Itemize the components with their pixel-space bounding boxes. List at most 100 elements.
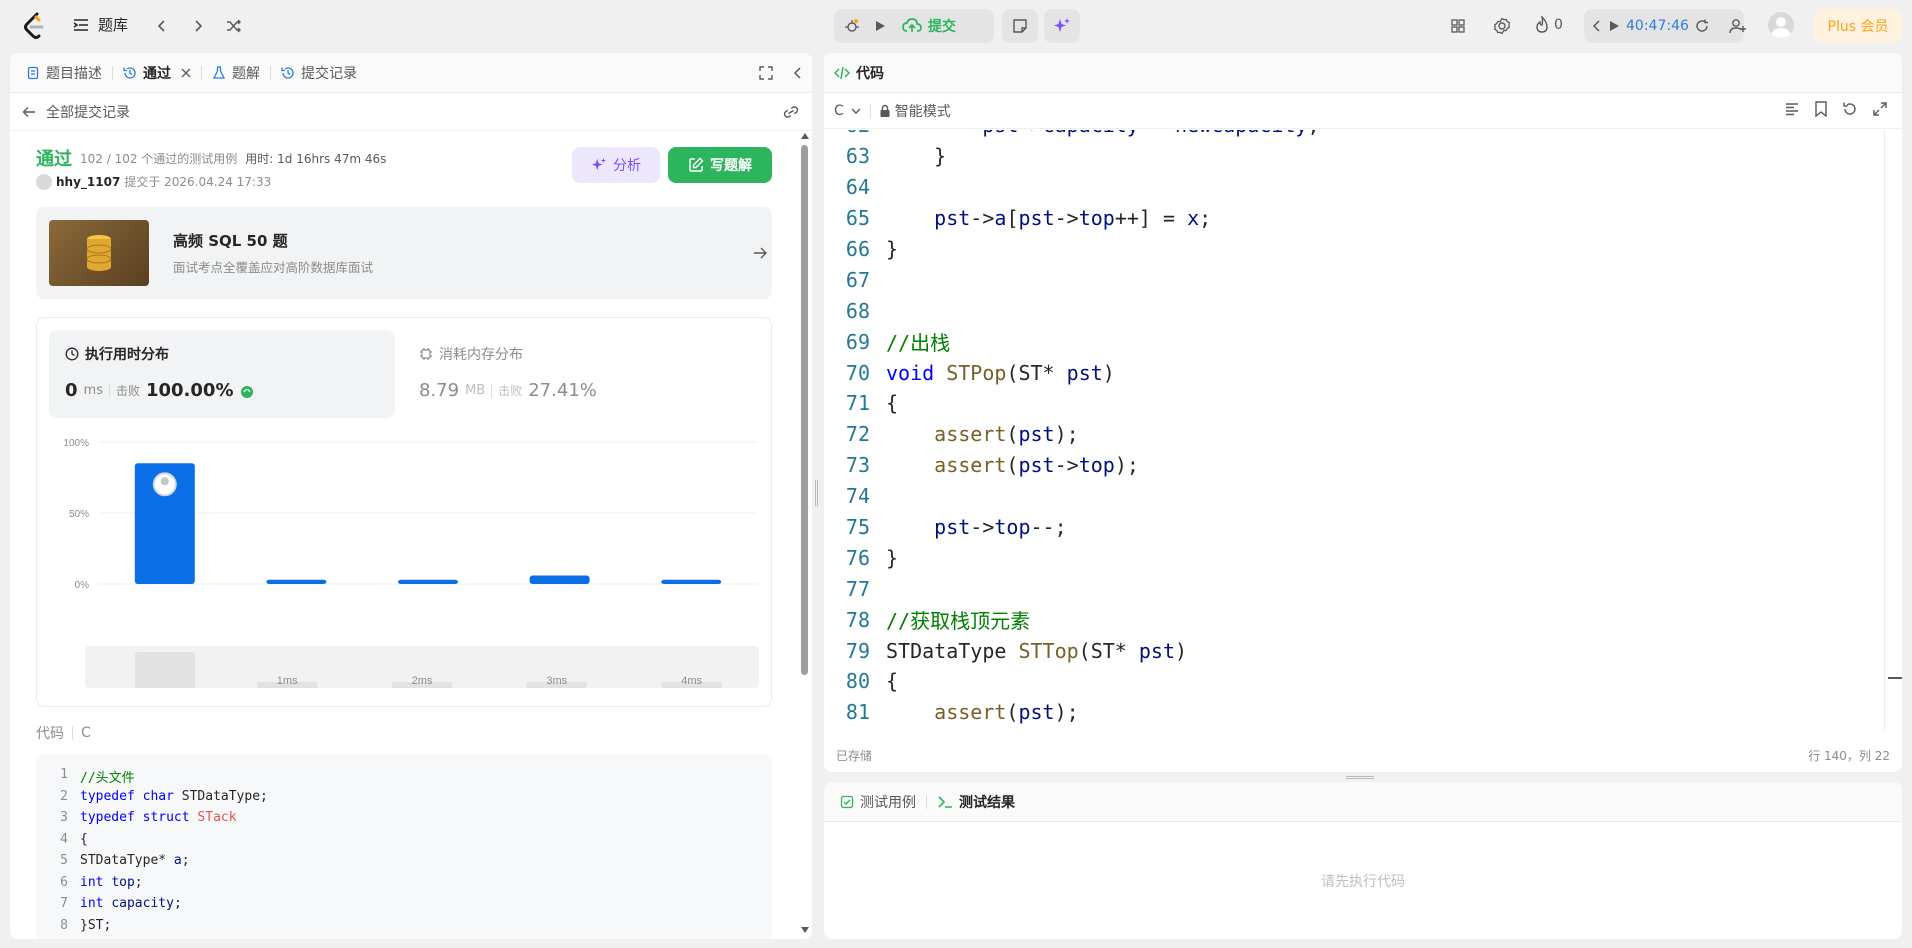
tab-solutions[interactable]: 题解 xyxy=(202,53,270,93)
prev-problem-button[interactable] xyxy=(148,12,176,40)
reset-icon[interactable] xyxy=(1842,101,1858,117)
runtime-tab[interactable]: 执行用时分布 0 ms 击败 100.00% xyxy=(49,330,395,418)
runtime-beats: 100.00% xyxy=(145,380,234,401)
play-icon[interactable] xyxy=(1608,20,1620,32)
chart-bar[interactable] xyxy=(266,579,327,584)
editor-line[interactable]: 79 STDataType STTop(ST* pst) xyxy=(824,635,1884,666)
editor-line[interactable]: 81 assert(pst); xyxy=(824,697,1884,728)
tab-description[interactable]: 题目描述 xyxy=(16,53,112,93)
promo-card[interactable]: 高频 SQL 50 题 面试考点全覆盖应对高阶数据库面试 xyxy=(36,207,772,299)
editor-line[interactable]: 77 xyxy=(824,573,1884,604)
submission-code-lines: 1 //头文件 2 typedef char STDataType; 3 typedef … xyxy=(36,767,772,939)
editor-actions xyxy=(1784,101,1888,117)
y-tick-label: 100% xyxy=(63,438,89,449)
editor-panel: 代码 C 智能模式 62 pst->capacity = newcapacity… xyxy=(824,53,1902,772)
divider xyxy=(491,383,493,398)
editor-line[interactable]: 71 { xyxy=(824,388,1884,419)
debug-button[interactable] xyxy=(838,12,866,40)
editor-line[interactable]: 75 pst->top--; xyxy=(824,512,1884,543)
smart-mode-toggle[interactable]: 智能模式 xyxy=(879,101,951,121)
streak-counter[interactable]: 0 xyxy=(1534,16,1563,34)
close-icon[interactable] xyxy=(181,68,191,78)
scroll-up-icon[interactable] xyxy=(801,133,809,139)
expand-icon[interactable] xyxy=(1872,101,1888,117)
fire-icon xyxy=(1534,16,1550,34)
reset-icon[interactable] xyxy=(1695,19,1709,33)
run-button[interactable] xyxy=(866,12,894,40)
back-to-submissions[interactable]: 全部提交记录 xyxy=(10,93,812,131)
editor-line[interactable]: 66} xyxy=(824,234,1884,265)
code-text: { xyxy=(886,669,899,694)
run-submit-group: 提交 xyxy=(834,9,994,43)
next-problem-button[interactable] xyxy=(184,12,212,40)
username[interactable]: hhy_1107 xyxy=(56,175,120,189)
problem-list-button[interactable]: 题库 xyxy=(72,14,128,35)
tab-submissions[interactable]: 提交记录 xyxy=(271,53,367,93)
memory-tab[interactable]: 消耗内存分布 8.79 MB 击败 27.41% xyxy=(411,330,757,418)
code-line: 7 int capacity; xyxy=(36,896,772,918)
chart-bar[interactable] xyxy=(661,579,722,584)
clock-icon xyxy=(65,347,79,361)
plus-membership-button[interactable]: Plus 会员 xyxy=(1814,9,1902,43)
collapse-icon[interactable] xyxy=(792,65,804,81)
editor-line[interactable]: 78 //获取栈顶元素 xyxy=(824,604,1884,635)
editor-line[interactable]: 73 assert(pst->top); xyxy=(824,450,1884,481)
analyze-button[interactable]: 分析 xyxy=(572,147,660,183)
line-number: 67 xyxy=(845,267,870,292)
code-tab-label[interactable]: 代码 xyxy=(856,63,884,83)
code-text: int capacity; xyxy=(80,896,182,911)
notes-button[interactable] xyxy=(1002,9,1038,43)
scroll-down-icon[interactable] xyxy=(801,927,809,933)
console-panel: 测试用例 测试结果 请先执行代码 xyxy=(824,782,1902,939)
checkbox-icon xyxy=(840,795,854,809)
y-tick-label: 0% xyxy=(75,580,90,590)
code-text: void STPop(ST* pst) xyxy=(886,360,1115,385)
editor-line[interactable]: 68 xyxy=(824,295,1884,326)
tab-testcases[interactable]: 测试用例 xyxy=(830,782,926,822)
language-select[interactable]: C xyxy=(834,103,862,119)
editor-line[interactable]: 76} xyxy=(824,542,1884,573)
promo-title: 高频 SQL 50 题 xyxy=(173,232,288,250)
editor-line[interactable]: 64 xyxy=(824,172,1884,203)
note-icon xyxy=(1012,18,1028,34)
bookmark-icon[interactable] xyxy=(1814,101,1828,117)
scrollbar-thumb[interactable] xyxy=(801,145,808,675)
tab-test-results[interactable]: 测试结果 xyxy=(927,782,1025,822)
format-icon[interactable] xyxy=(1784,101,1800,117)
scrollbar[interactable] xyxy=(800,133,809,933)
submit-time: 提交于 2026.04.24 17:33 xyxy=(124,175,272,189)
editor-line[interactable]: 63 } xyxy=(824,141,1884,172)
link-icon[interactable] xyxy=(782,105,800,119)
maximize-icon[interactable] xyxy=(758,65,774,81)
editor-line[interactable]: 65 pst->a[pst->top++] = x; xyxy=(824,203,1884,234)
editor-line[interactable]: 69 //出栈 xyxy=(824,326,1884,357)
avatar[interactable] xyxy=(1768,12,1794,38)
history-icon xyxy=(123,66,137,80)
settings-button[interactable] xyxy=(1488,12,1516,40)
layout-button[interactable] xyxy=(1444,12,1472,40)
horizontal-splitter-handle[interactable] xyxy=(1346,776,1374,779)
editor-line[interactable]: 70 void STPop(ST* pst) xyxy=(824,357,1884,388)
test-results-label: 测试结果 xyxy=(959,794,1015,811)
editor-line[interactable]: 67 xyxy=(824,264,1884,295)
chevron-left-icon[interactable] xyxy=(1592,20,1602,32)
tab-accepted[interactable]: 通过 xyxy=(113,53,201,93)
memory-title-row: 消耗内存分布 xyxy=(419,344,523,364)
submit-button[interactable]: 提交 xyxy=(902,16,956,36)
panel-splitter-handle[interactable] xyxy=(815,480,818,506)
editor-line[interactable]: 62 pst->capacity = newcapacity; xyxy=(824,130,1884,141)
range-selector[interactable]: 1ms 2ms 3ms 4ms xyxy=(85,646,759,688)
write-solution-button[interactable]: 写题解 xyxy=(668,147,772,183)
chart-bar[interactable] xyxy=(398,579,458,584)
editor-line[interactable]: 72 assert(pst); xyxy=(824,419,1884,450)
code-editor[interactable]: 62 pst->capacity = newcapacity;63 }6465 … xyxy=(824,130,1884,730)
code-text: //出栈 xyxy=(886,331,951,356)
bug-icon xyxy=(844,18,860,34)
ai-assistant-button[interactable] xyxy=(1044,9,1080,43)
leetcode-logo[interactable] xyxy=(22,12,46,40)
editor-line[interactable]: 80 { xyxy=(824,666,1884,697)
random-problem-button[interactable] xyxy=(220,12,248,40)
invite-button[interactable] xyxy=(1724,12,1752,40)
editor-line[interactable]: 74 xyxy=(824,481,1884,512)
chart-bar[interactable] xyxy=(529,575,590,584)
